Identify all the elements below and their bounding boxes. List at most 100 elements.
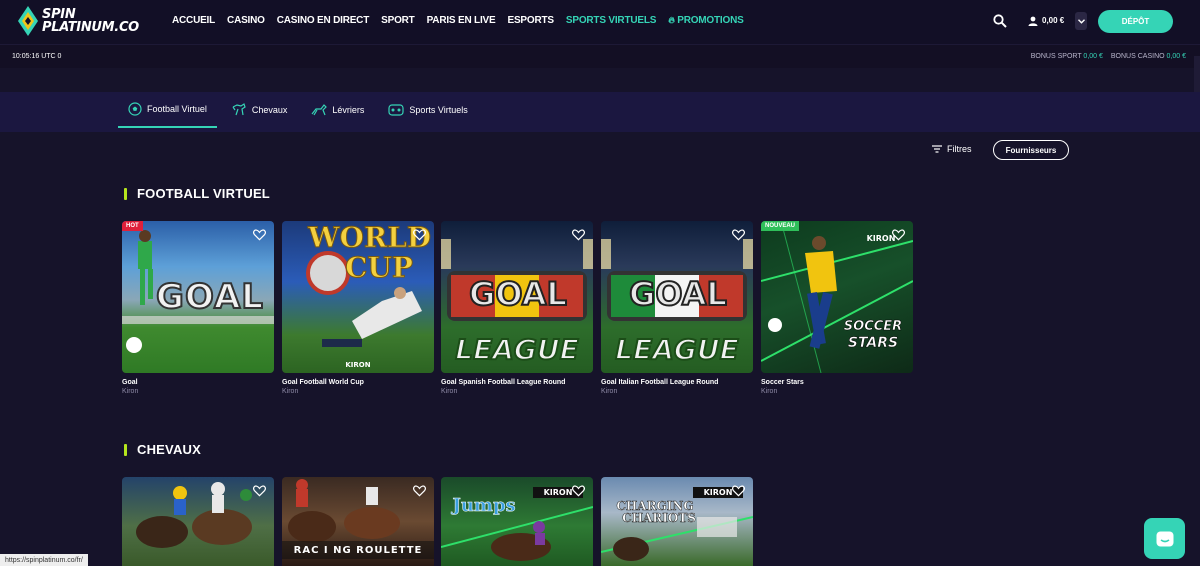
game-thumbnail[interactable]: WORLD CUP KIRON [282,221,434,373]
heart-icon[interactable] [413,229,426,241]
art-title-goal: GOAL [468,274,568,314]
tab-chevaux[interactable]: Chevaux [221,92,298,128]
game-name[interactable]: Soccer Stars [761,379,913,386]
heart-icon[interactable] [253,485,266,497]
nav-sport[interactable]: SPORT [381,15,415,26]
nav-promotions[interactable]: 🔥︎ PROMOTIONS [668,15,744,26]
game-card-italian-league[interactable]: GOAL LEAGUE Goal Italian Football League… [601,221,753,395]
section-title-text: FOOTBALL VIRTUEL [137,186,270,201]
main-nav: ACCUEIL CASINO CASINO EN DIRECT SPORT PA… [172,15,756,26]
nav-esports[interactable]: ESPORTS [507,15,554,26]
deposit-button[interactable]: DÉPÔT [1098,10,1173,33]
game-provider: Kiron [761,388,778,395]
game-art [136,482,252,548]
game-name[interactable]: Goal Spanish Football League Round [441,379,593,386]
game-card-soccer-stars[interactable]: SOCCER STARS KIRON NOUVEAU Soccer Stars … [761,221,913,395]
heart-icon[interactable] [732,485,745,497]
browser-status-url: https://spinplatinum.co/fr/ [0,554,88,566]
virtual-sports-icon [388,104,405,116]
game-card-spanish-league[interactable]: GOAL LEAGUE Goal Spanish Football League… [441,221,593,395]
game-thumbnail[interactable]: GOAL HOT [122,221,274,373]
game-thumbnail[interactable] [122,477,274,566]
art-title-racing-roulette: RAC I NG ROULETTE [293,545,423,556]
tab-sports-virtuels[interactable]: Sports Virtuels [378,92,477,128]
tab-football-virtuel[interactable]: Football Virtuel [118,92,217,128]
art-title-goal: GOAL [628,274,728,314]
game-provider: Kiron [441,388,458,395]
heart-icon[interactable] [253,229,266,241]
game-thumbnail[interactable]: CHARGING CHARIOTS KIRON [601,477,753,566]
account-dropdown-button[interactable] [1075,12,1087,30]
game-card-goal[interactable]: GOAL HOT Goal Kiron [122,221,274,395]
art-title-world: WORLD [308,221,432,255]
category-tab-bar: Football Virtuel Chevaux Lévriers Sports… [0,92,1200,132]
site-logo[interactable]: SPIN PLATINUM.CO [18,6,139,36]
game-name[interactable]: Goal Football World Cup [282,379,434,386]
heart-icon[interactable] [732,229,745,241]
soccer-ball-icon [128,102,142,116]
nav-casino[interactable]: CASINO [227,15,265,26]
bonus-balances: BONUS SPORT 0,00 € BONUS CASINO 0,00 € [1031,53,1186,60]
filters-button[interactable]: Filtres [932,144,972,154]
game-name[interactable]: Goal [122,379,274,386]
top-navigation-bar: SPIN PLATINUM.CO ACCUEIL CASINO CASINO E… [0,0,1200,44]
section-title-text: CHEVAUX [137,442,202,457]
art-title-stars: STARS [847,335,899,352]
game-name[interactable]: Goal Italian Football League Round [601,379,753,386]
art-title-league: LEAGUE [614,332,739,367]
logo-text: SPIN PLATINUM.CO [42,8,139,34]
art-title-soccer: SOCCER [843,319,903,335]
game-thumbnail[interactable]: GOAL LEAGUE [441,221,593,373]
game-provider: Kiron [122,388,139,395]
tab-label: Lévriers [332,105,365,115]
nav-promotions-label: PROMOTIONS [677,15,744,26]
game-thumbnail[interactable]: SOCCER STARS KIRON NOUVEAU [761,221,913,373]
bonus-casino-value: 0,00 € [1166,53,1186,60]
heart-icon[interactable] [413,485,426,497]
game-card-jumps[interactable]: Jumps KIRON [441,477,593,566]
game-card-horse-racing[interactable] [122,477,274,566]
filter-icon [932,145,942,153]
game-thumbnail[interactable]: GOAL LEAGUE [601,221,753,373]
bonus-casino-label: BONUS CASINO [1110,53,1165,60]
nav-paris-en-live[interactable]: PARIS EN LIVE [427,15,496,26]
chevron-down-icon [1077,18,1085,24]
game-thumbnail[interactable]: Jumps KIRON [441,477,593,566]
user-icon[interactable] [1028,16,1038,26]
live-chat-button[interactable] [1144,518,1185,559]
server-clock: 10:05:16 UTC 0 [12,53,62,60]
art-title-jumps: Jumps [452,495,516,517]
nav-sports-virtuels[interactable]: SPORTS VIRTUELS [566,15,657,26]
search-icon[interactable] [993,14,1007,28]
account-balance[interactable]: 0,00 € [1042,16,1064,25]
bonus-sport-label: BONUS SPORT [1030,53,1082,60]
game-provider: Kiron [282,388,299,395]
bonus-casino: BONUS CASINO 0,00 € [1111,53,1186,60]
game-card-world-cup[interactable]: WORLD CUP KIRON Goal Football World Cup … [282,221,434,395]
tab-levriers[interactable]: Lévriers [301,92,374,128]
heart-icon[interactable] [572,485,585,497]
nav-casino-en-direct[interactable]: CASINO EN DIRECT [277,15,370,26]
logo-diamond-icon [18,6,38,36]
nav-accueil[interactable]: ACCUEIL [172,15,215,26]
game-provider: Kiron [601,388,618,395]
provider-logo-kiron: KIRON [345,361,371,369]
art-title-cup: CUP [345,251,414,285]
game-card-racing-roulette[interactable]: RAC I NG ROULETTE [282,477,434,566]
tab-label: Chevaux [251,105,288,115]
tab-label: Football Virtuel [147,104,207,114]
providers-button[interactable]: Fournisseurs [993,140,1069,160]
game-thumbnail[interactable]: RAC I NG ROULETTE [282,477,434,566]
heart-icon[interactable] [892,229,905,241]
section-title-chevaux: CHEVAUX [124,442,201,457]
section-title-football-virtuel: FOOTBALL VIRTUEL [124,186,270,201]
game-card-charging-chariots[interactable]: CHARGING CHARIOTS KIRON [601,477,753,566]
horse-icon [232,103,246,116]
art-title-league: LEAGUE [454,332,579,367]
bonus-sport-value: 0,00 € [1083,53,1103,60]
page: SPIN PLATINUM.CO ACCUEIL CASINO CASINO E… [0,0,1200,566]
bonus-sport: BONUS SPORT 0,00 € [1031,53,1103,60]
logo-line-2: PLATINUM.CO [42,20,139,35]
art-title-chariots: CHARIOTS [622,511,696,526]
heart-icon[interactable] [572,229,585,241]
